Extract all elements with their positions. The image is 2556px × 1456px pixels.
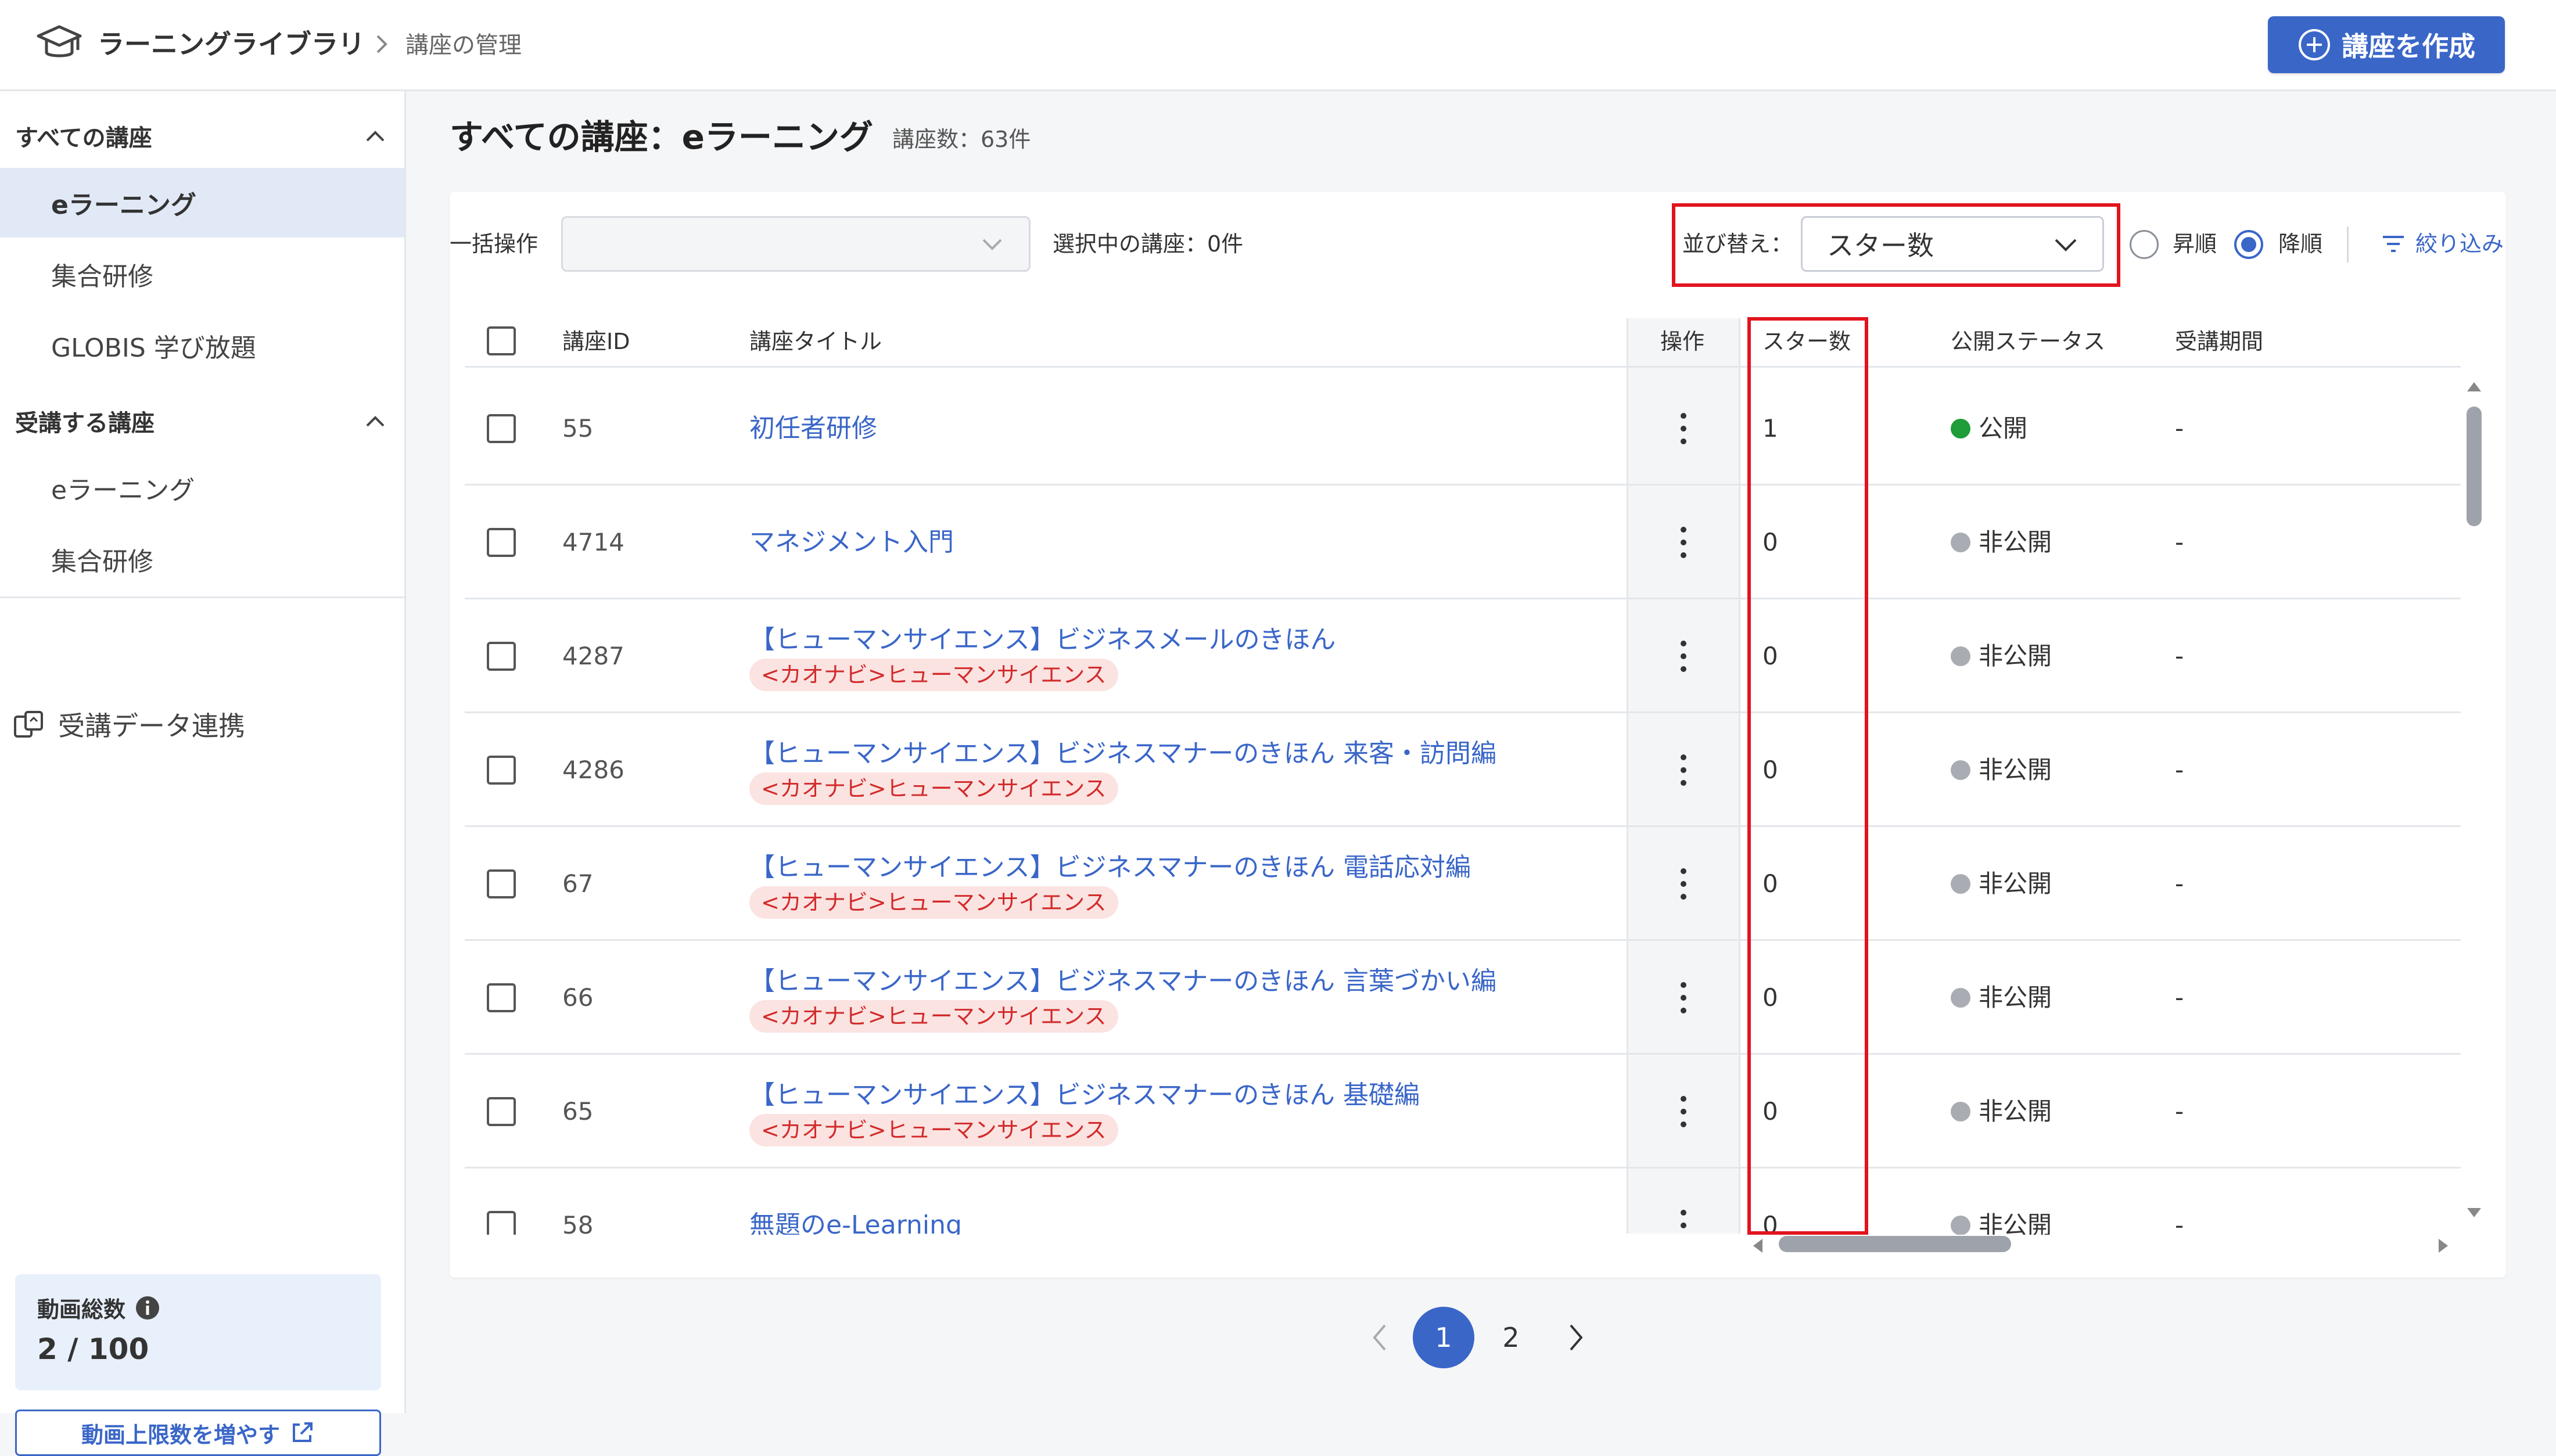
course-period: -: [2175, 528, 2184, 556]
course-period: -: [2175, 642, 2184, 670]
course-status: 非公開: [1951, 639, 2052, 674]
row-divider: [465, 484, 2461, 486]
course-status: 非公開: [1951, 753, 2052, 788]
row-divider: [465, 598, 2461, 599]
course-period: -: [2175, 1097, 2184, 1126]
course-status-label: 非公開: [1979, 869, 2052, 898]
pagination-page-2[interactable]: 2: [1480, 1307, 1542, 1368]
info-icon[interactable]: [135, 1295, 160, 1321]
table-body: 55 初任者研修 1 公開 - 4714 マネジメント入門 0 非公開 - 42…: [0, 0, 2556, 1235]
course-tag: <カオナビ>ヒューマンサイエンス: [749, 772, 1118, 805]
course-title-link[interactable]: 【ヒューマンサイエンス】ビジネスマナーのきほん 来客・訪問編: [749, 736, 1496, 771]
more-actions-icon[interactable]: [1680, 980, 1687, 1015]
raise-video-limit-label: 動画上限数を増やす: [81, 1422, 280, 1448]
horizontal-scrollbar-thumb[interactable]: [1779, 1236, 2011, 1252]
external-link-icon: [293, 1422, 313, 1442]
video-total-value: 2 / 100: [37, 1332, 149, 1366]
pagination-next-icon[interactable]: [1567, 1322, 1585, 1353]
vertical-scrollbar-thumb[interactable]: [2467, 407, 2482, 526]
stars-column-highlight-box: [1747, 317, 1868, 1235]
status-dot: [1951, 988, 1970, 1008]
more-actions-icon[interactable]: [1680, 639, 1687, 674]
course-title-link[interactable]: 【ヒューマンサイエンス】ビジネスマナーのきほん 電話応対編: [749, 850, 1471, 885]
course-tag: <カオナビ>ヒューマンサイエンス: [749, 886, 1118, 919]
course-tag: <カオナビ>ヒューマンサイエンス: [749, 1114, 1118, 1146]
course-title-link[interactable]: 【ヒューマンサイエンス】ビジネスマナーのきほん 言葉づかい編: [749, 964, 1496, 999]
raise-video-limit-button[interactable]: 動画上限数を増やす: [15, 1410, 381, 1456]
row-divider: [465, 939, 2461, 941]
status-dot: [1951, 760, 1970, 780]
course-id: 55: [562, 414, 594, 443]
course-status-label: 非公開: [1979, 756, 2052, 784]
course-period: -: [2175, 756, 2184, 784]
course-status-label: 非公開: [1979, 983, 2052, 1012]
more-actions-icon[interactable]: [1680, 411, 1687, 446]
course-period: -: [2175, 414, 2184, 443]
row-checkbox[interactable]: [487, 1097, 516, 1126]
scroll-right-arrow-icon[interactable]: [2436, 1237, 2450, 1254]
status-dot: [1951, 419, 1970, 438]
course-id: 4286: [562, 756, 624, 784]
course-id: 4287: [562, 642, 624, 670]
course-period: -: [2175, 869, 2184, 898]
pagination-prev-icon[interactable]: [1371, 1322, 1388, 1353]
status-dot: [1951, 533, 1970, 552]
row-checkbox[interactable]: [487, 983, 516, 1012]
video-total-label: 動画総数: [37, 1297, 126, 1322]
course-status: 非公開: [1951, 980, 2052, 1015]
course-title-link[interactable]: 初任者研修: [749, 411, 877, 446]
more-actions-icon[interactable]: [1680, 1094, 1687, 1129]
course-id: 4714: [562, 528, 624, 556]
scroll-left-arrow-icon[interactable]: [1751, 1237, 1765, 1254]
status-dot: [1951, 646, 1970, 666]
course-title-link[interactable]: 【ヒューマンサイエンス】ビジネスメールのきほん: [749, 623, 1336, 657]
scroll-down-arrow-icon[interactable]: [2465, 1206, 2483, 1220]
course-status: 非公開: [1951, 525, 2052, 560]
scroll-up-arrow-icon[interactable]: [2465, 380, 2483, 394]
row-checkbox[interactable]: [487, 528, 516, 557]
row-checkbox[interactable]: [487, 414, 516, 443]
row-divider: [465, 711, 2461, 713]
course-title-link[interactable]: マネジメント入門: [749, 525, 954, 560]
course-tag: <カオナビ>ヒューマンサイエンス: [749, 1000, 1118, 1033]
status-dot: [1951, 874, 1970, 894]
video-total-panel: 動画総数 2 / 100: [15, 1274, 381, 1390]
course-id: 66: [562, 983, 594, 1012]
row-checkbox[interactable]: [487, 642, 516, 671]
course-period: -: [2175, 983, 2184, 1012]
course-status-label: 公開: [1979, 414, 2028, 443]
course-status: 公開: [1951, 411, 2027, 446]
course-status-label: 非公開: [1979, 1097, 2052, 1126]
pagination-page-1[interactable]: 1: [1413, 1307, 1474, 1368]
row-divider: [465, 825, 2461, 827]
course-status-label: 非公開: [1979, 642, 2052, 670]
row-divider: [465, 1053, 2461, 1055]
course-status-label: 非公開: [1979, 528, 2052, 556]
row-checkbox[interactable]: [487, 756, 516, 785]
course-status: 非公開: [1951, 867, 2052, 901]
more-actions-icon[interactable]: [1680, 753, 1687, 788]
course-status: 非公開: [1951, 1094, 2052, 1129]
course-tag: <カオナビ>ヒューマンサイエンス: [749, 659, 1118, 691]
course-id: 67: [562, 869, 594, 898]
course-id: 65: [562, 1097, 594, 1126]
more-actions-icon[interactable]: [1680, 525, 1687, 560]
course-title-link[interactable]: 【ヒューマンサイエンス】ビジネスマナーのきほん 基礎編: [749, 1078, 1420, 1113]
video-total-heading: 動画総数: [37, 1292, 160, 1324]
row-checkbox[interactable]: [487, 869, 516, 898]
row-divider: [465, 1167, 2461, 1169]
more-actions-icon[interactable]: [1680, 867, 1687, 901]
status-dot: [1951, 1216, 1970, 1235]
status-dot: [1951, 1102, 1970, 1121]
